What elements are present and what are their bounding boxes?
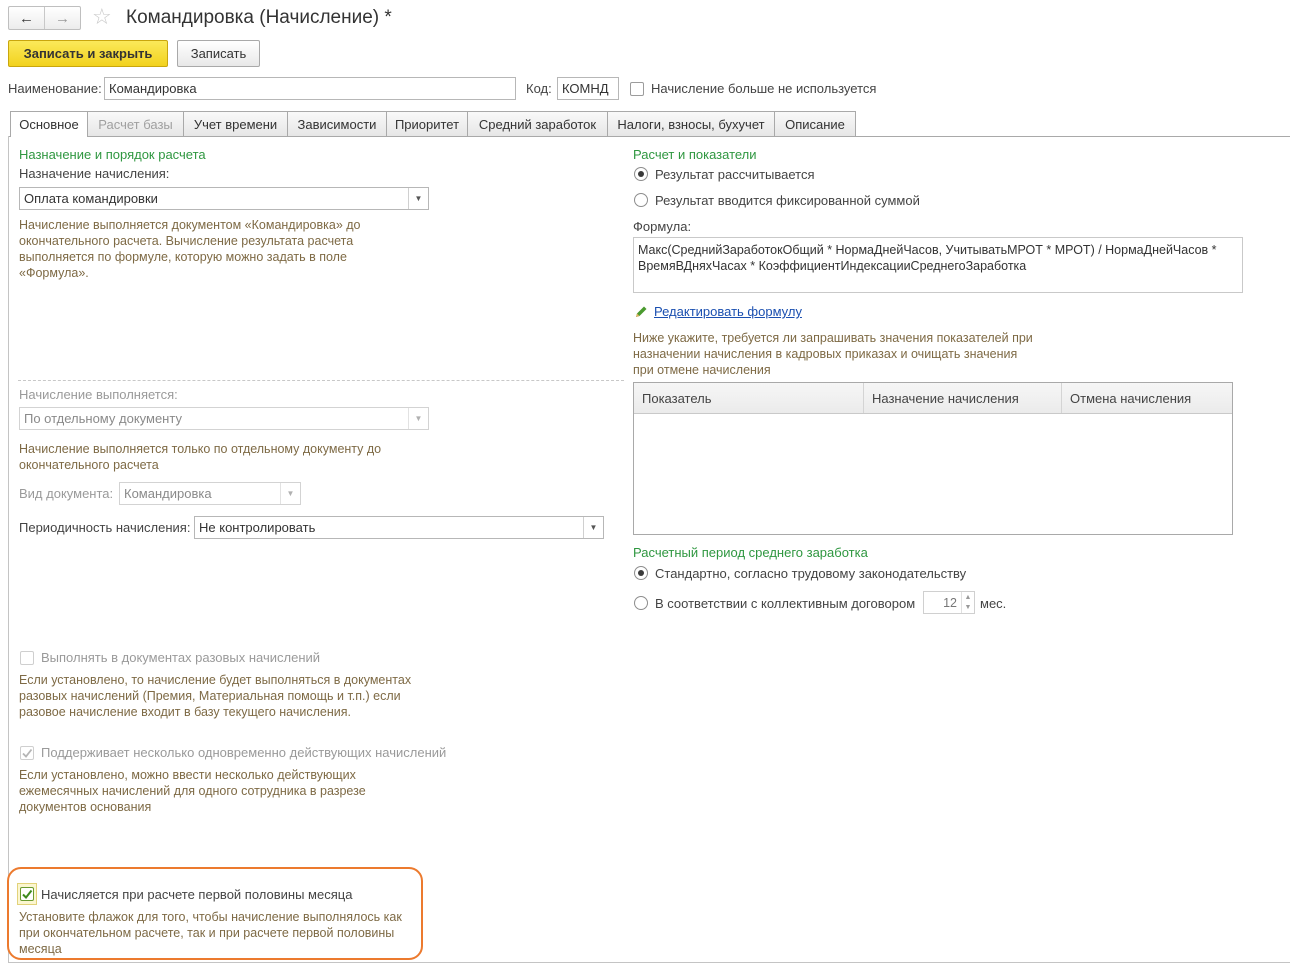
radio-standard[interactable] bbox=[634, 566, 648, 580]
star-icon[interactable]: ☆ bbox=[92, 5, 112, 29]
one-time-label: Выполнять в документах разовых начислени… bbox=[41, 650, 321, 665]
code-input[interactable]: КОМНД bbox=[557, 77, 619, 100]
avg-section-title: Расчетный период среднего заработка bbox=[633, 545, 868, 560]
radio-collective[interactable] bbox=[634, 596, 648, 610]
tab-priority[interactable]: Приоритет bbox=[387, 111, 468, 137]
navigation-buttons: ← → bbox=[8, 6, 81, 30]
checkmark-icon bbox=[22, 889, 33, 900]
months-stepper[interactable]: 12 ▲ ▼ bbox=[923, 591, 975, 614]
radio-fixed[interactable] bbox=[634, 193, 648, 207]
purpose-section-title: Назначение и порядок расчета bbox=[19, 147, 206, 162]
radio-fixed-label: Результат вводится фиксированной суммой bbox=[655, 193, 920, 208]
indicators-table[interactable]: Показатель Назначение начисления Отмена … bbox=[633, 382, 1233, 535]
one-time-checkbox bbox=[20, 651, 34, 665]
radio-standard-label: Стандартно, согласно трудовому законодат… bbox=[655, 566, 967, 581]
purpose-label: Назначение начисления: bbox=[19, 166, 170, 181]
months-unit: мес. bbox=[980, 596, 1007, 611]
radio-collective-label: В соответствии с коллективным договором bbox=[655, 596, 916, 611]
arrow-left-icon[interactable]: ← bbox=[9, 7, 44, 29]
edit-formula-link[interactable]: Редактировать формулу bbox=[654, 304, 802, 319]
tab-dependencies[interactable]: Зависимости bbox=[288, 111, 387, 137]
tab-bar: Основное Расчет базы Учет времени Зависи… bbox=[10, 111, 856, 137]
purpose-hint: Начисление выполняется документом «Коман… bbox=[19, 218, 361, 280]
panel-border-bottom bbox=[8, 962, 1290, 963]
indicators-hint: Ниже укажите, требуется ли запрашивать з… bbox=[633, 331, 1033, 377]
section-divider bbox=[18, 380, 624, 381]
performed-label: Начисление выполняется: bbox=[19, 387, 178, 402]
multi-hint: Если установлено, можно ввести несколько… bbox=[19, 768, 366, 814]
purpose-value: Оплата командировки bbox=[24, 191, 158, 206]
doc-type-select: Командировка ▼ bbox=[119, 482, 301, 505]
checkmark-icon bbox=[22, 748, 33, 758]
code-label: Код: bbox=[526, 81, 552, 96]
name-label: Наименование: bbox=[8, 81, 102, 96]
chevron-down-icon: ▼ bbox=[408, 408, 428, 429]
doc-type-value: Командировка bbox=[124, 486, 212, 501]
chevron-up-icon[interactable]: ▲ bbox=[965, 594, 972, 601]
stepper-arrows[interactable]: ▲ ▼ bbox=[961, 592, 974, 613]
performed-select: По отдельному документу ▼ bbox=[19, 407, 429, 430]
arrow-right-icon[interactable]: → bbox=[44, 7, 80, 29]
tab-main[interactable]: Основное bbox=[10, 111, 88, 137]
formula-field[interactable]: Макс(СреднийЗаработокОбщий * НормаДнейЧа… bbox=[633, 237, 1243, 293]
pencil-icon[interactable] bbox=[633, 304, 649, 323]
tab-base[interactable]: Расчет базы bbox=[88, 111, 184, 137]
not-used-checkbox[interactable] bbox=[630, 82, 644, 96]
performed-hint: Начисление выполняется только по отдельн… bbox=[19, 442, 382, 472]
performed-value: По отдельному документу bbox=[24, 411, 182, 426]
multi-label: Поддерживает несколько одновременно дейс… bbox=[41, 745, 447, 760]
name-input[interactable]: Командировка bbox=[104, 77, 516, 100]
save-and-close-button[interactable]: Записать и закрыть bbox=[8, 40, 168, 67]
months-value: 12 bbox=[943, 595, 957, 610]
periodicity-label: Периодичность начисления: bbox=[19, 520, 191, 535]
one-time-hint: Если установлено, то начисление будет вы… bbox=[19, 673, 412, 719]
calc-section-title: Расчет и показатели bbox=[633, 147, 757, 162]
table-header: Показатель Назначение начисления Отмена … bbox=[634, 383, 1232, 414]
tab-taxes[interactable]: Налоги, взносы, бухучет bbox=[608, 111, 775, 137]
not-used-label: Начисление больше не используется bbox=[651, 81, 877, 96]
first-half-label: Начисляется при расчете первой половины … bbox=[41, 887, 353, 902]
column-indicator[interactable]: Показатель bbox=[634, 383, 864, 413]
tab-description[interactable]: Описание bbox=[775, 111, 856, 137]
doc-type-label: Вид документа: bbox=[19, 486, 114, 501]
active-tab-gap bbox=[11, 136, 87, 137]
periodicity-value: Не контролировать bbox=[199, 520, 316, 535]
column-assignment[interactable]: Назначение начисления bbox=[864, 383, 1062, 413]
save-button[interactable]: Записать bbox=[177, 40, 260, 67]
formula-label: Формула: bbox=[633, 219, 692, 234]
first-half-hint: Установите флажок для того, чтобы начисл… bbox=[19, 910, 402, 956]
chevron-down-icon[interactable]: ▼ bbox=[965, 604, 972, 611]
tab-average-earnings[interactable]: Средний заработок bbox=[468, 111, 608, 137]
tab-time[interactable]: Учет времени bbox=[184, 111, 288, 137]
chevron-down-icon: ▼ bbox=[280, 483, 300, 504]
purpose-select[interactable]: Оплата командировки ▼ bbox=[19, 187, 429, 210]
radio-calculated-label: Результат рассчитывается bbox=[655, 167, 815, 182]
periodicity-select[interactable]: Не контролировать ▼ bbox=[194, 516, 604, 539]
chevron-down-icon[interactable]: ▼ bbox=[583, 517, 603, 538]
first-half-checkbox[interactable] bbox=[20, 887, 34, 901]
multi-checkbox bbox=[20, 746, 34, 760]
radio-calculated[interactable] bbox=[634, 167, 648, 181]
panel-border-left bbox=[8, 136, 9, 963]
chevron-down-icon[interactable]: ▼ bbox=[408, 188, 428, 209]
tab-divider bbox=[8, 136, 1290, 137]
page-title: Командировка (Начисление) * bbox=[126, 7, 392, 28]
column-cancel[interactable]: Отмена начисления bbox=[1062, 383, 1232, 413]
